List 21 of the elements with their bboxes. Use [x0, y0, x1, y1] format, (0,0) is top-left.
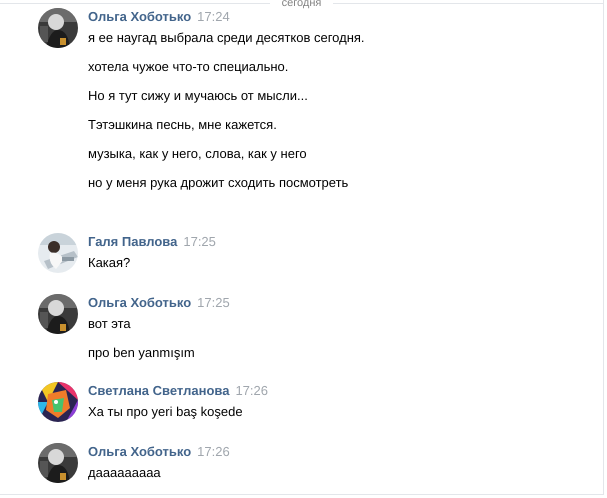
message-time: 17:25	[197, 295, 230, 311]
message-text: Какая?	[88, 255, 132, 271]
message-text: дааааааааа	[88, 465, 162, 481]
message-text: музыка, как у него, слова, как у него	[88, 146, 308, 162]
message-time: 17:24	[197, 9, 230, 25]
message-text: Ха ты про yeri baş koşede	[88, 404, 244, 420]
message-text: вот эта	[88, 316, 132, 332]
message-text: Но я тут сижу и мучаюсь от мысли...	[88, 88, 309, 104]
message-text: Тэтэшкина песнь, мне кажется.	[88, 117, 278, 133]
message-text: хотела чужое что-то специально.	[88, 59, 290, 75]
author-name[interactable]: Светлана Светланова	[88, 383, 230, 399]
message-time: 17:25	[183, 234, 216, 250]
message-text: я ее наугад выбрала среди десятков сегодня.	[88, 30, 365, 46]
message-text: про ben yanmışım	[88, 345, 196, 361]
author-name[interactable]: Ольга Хоботько	[88, 9, 192, 25]
author-name[interactable]: Ольга Хоботько	[88, 295, 192, 311]
message-text: но у меня рука дрожит сходить посмотреть	[88, 175, 350, 191]
message-time: 17:26	[235, 383, 268, 399]
author-name[interactable]: Ольга Хоботько	[88, 444, 192, 460]
message-time: 17:26	[197, 444, 230, 460]
author-name[interactable]: Галя Павлова	[88, 234, 178, 250]
